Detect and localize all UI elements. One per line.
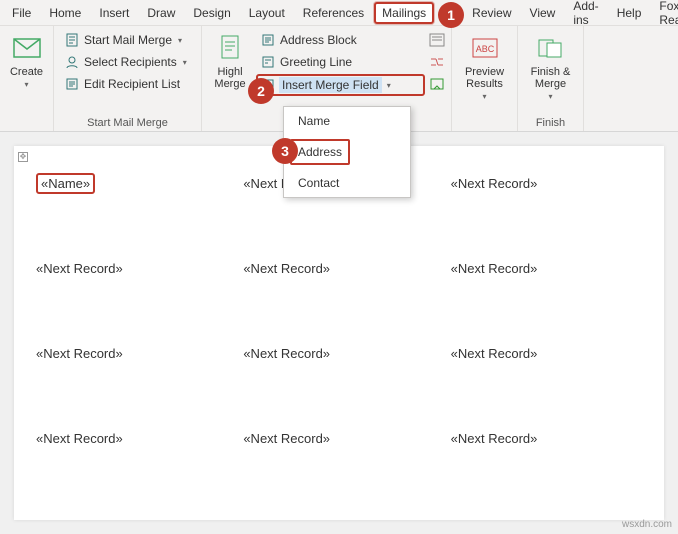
insert-merge-field-button[interactable]: Insert Merge Field ▾ — [256, 74, 425, 96]
chevron-down-icon: ▾ — [178, 36, 182, 45]
document-icon — [64, 32, 80, 48]
highlight-merge-fields-button[interactable]: Highl Merge — [208, 30, 252, 127]
edit-recipient-list-button[interactable]: Edit Recipient List — [60, 74, 195, 94]
menu-mailings[interactable]: Mailings — [374, 2, 434, 24]
label-cell[interactable]: «Next Record» — [443, 255, 650, 340]
menu-home[interactable]: Home — [41, 3, 89, 23]
group-finish-label: Finish — [524, 115, 577, 129]
label-cell[interactable]: «Next Record» — [28, 255, 235, 340]
finish-merge-button[interactable]: Finish & Merge ▾ — [524, 30, 577, 115]
menu-design[interactable]: Design — [185, 3, 238, 23]
rules-icon[interactable] — [429, 32, 445, 48]
group-start-mail-merge: Start Mail Merge ▾ Select Recipients ▾ E… — [54, 26, 202, 131]
greeting-icon — [260, 54, 276, 70]
match-fields-icon[interactable] — [429, 54, 445, 70]
document-page[interactable]: ✥ «Name» «Next Record» «Next Record» «Ne… — [14, 146, 664, 520]
address-block-icon — [260, 32, 276, 48]
menu-help[interactable]: Help — [609, 3, 650, 23]
group-finish: Finish & Merge ▾ Finish — [518, 26, 584, 131]
dropdown-item-address[interactable]: Address — [290, 139, 350, 165]
labels-grid: «Name» «Next Record» «Next Record» «Next… — [28, 170, 650, 510]
chevron-down-icon: ▾ — [183, 58, 187, 67]
preview-results-button[interactable]: ABC Preview Results ▾ — [458, 30, 511, 127]
label-cell[interactable]: «Next Record» — [443, 170, 650, 255]
menu-file[interactable]: File — [4, 3, 39, 23]
highlight-merge-label: Highl Merge — [214, 66, 245, 90]
menu-review[interactable]: Review — [464, 3, 519, 23]
dropdown-item-contact[interactable]: Contact — [284, 169, 410, 197]
menu-view[interactable]: View — [522, 3, 564, 23]
label-cell[interactable]: «Next Record» — [235, 425, 442, 510]
menu-bar: File Home Insert Draw Design Layout Refe… — [0, 0, 678, 26]
insert-merge-field-dropdown: Name Address Contact — [283, 106, 411, 198]
group-start-label: Start Mail Merge — [60, 115, 195, 129]
menu-layout[interactable]: Layout — [241, 3, 293, 23]
address-block-label: Address Block — [280, 33, 357, 47]
table-anchor-icon[interactable]: ✥ — [18, 152, 28, 162]
preview-icon: ABC — [469, 32, 501, 64]
start-mail-merge-label: Start Mail Merge — [84, 33, 172, 47]
greeting-line-button[interactable]: Greeting Line — [256, 52, 425, 72]
label-cell[interactable]: «Next Record» — [235, 340, 442, 425]
callout-2: 2 — [248, 78, 274, 104]
chevron-down-icon: ▾ — [387, 81, 391, 90]
chevron-down-icon: ▾ — [482, 92, 486, 101]
update-labels-icon[interactable] — [429, 76, 445, 92]
address-block-button[interactable]: Address Block — [256, 30, 425, 50]
edit-list-icon — [64, 76, 80, 92]
finish-merge-label: Finish & Merge — [531, 66, 571, 90]
people-icon — [64, 54, 80, 70]
svg-text:ABC: ABC — [475, 44, 494, 54]
callout-1: 1 — [438, 2, 464, 28]
dropdown-item-name[interactable]: Name — [284, 107, 410, 135]
label-cell[interactable]: «Next Record» — [443, 340, 650, 425]
label-cell[interactable]: «Next Record» — [235, 255, 442, 340]
select-recipients-button[interactable]: Select Recipients ▾ — [60, 52, 195, 72]
select-recipients-label: Select Recipients — [84, 55, 177, 69]
highlight-icon — [214, 32, 246, 64]
create-button[interactable]: Create ▾ — [6, 30, 47, 127]
finish-merge-icon — [535, 32, 567, 64]
start-mail-merge-button[interactable]: Start Mail Merge ▾ — [60, 30, 195, 50]
group-create: Create ▾ — [0, 26, 54, 131]
menu-references[interactable]: References — [295, 3, 372, 23]
callout-3: 3 — [272, 138, 298, 164]
chevron-down-icon: ▾ — [548, 92, 552, 101]
create-label: Create — [10, 66, 43, 78]
chevron-down-icon: ▾ — [24, 80, 28, 89]
group-preview: ABC Preview Results ▾ — [452, 26, 518, 131]
envelope-icon — [11, 32, 43, 64]
menu-draw[interactable]: Draw — [139, 3, 183, 23]
menu-insert[interactable]: Insert — [91, 3, 137, 23]
label-cell[interactable]: «Next Record» — [28, 425, 235, 510]
greeting-line-label: Greeting Line — [280, 55, 352, 69]
label-cell[interactable]: «Next Record» — [28, 340, 235, 425]
label-cell[interactable]: «Next Record» — [443, 425, 650, 510]
insert-merge-field-label: Insert Merge Field — [282, 78, 379, 92]
label-cell-first[interactable]: «Name» — [28, 170, 235, 255]
edit-recipient-list-label: Edit Recipient List — [84, 77, 180, 91]
watermark: wsxdn.com — [622, 519, 672, 530]
preview-results-label: Preview Results — [465, 66, 504, 90]
